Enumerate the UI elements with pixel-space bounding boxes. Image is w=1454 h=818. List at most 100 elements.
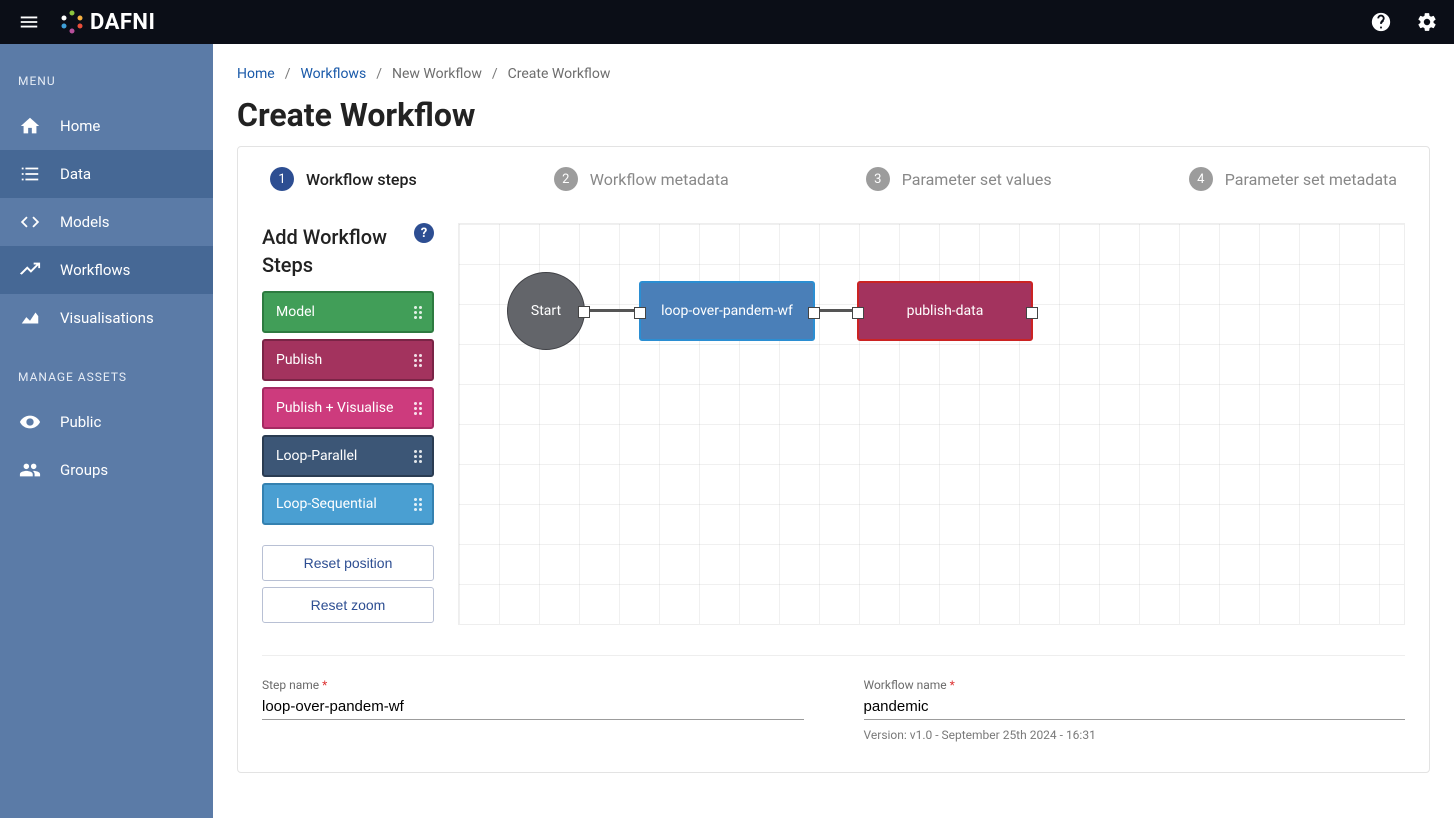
step-number: 1: [270, 167, 294, 191]
breadcrumb-home[interactable]: Home: [237, 66, 275, 82]
workflow-name-field-group: Workflow name * Version: v1.0 - Septembe…: [864, 678, 1406, 742]
step-number: 3: [866, 167, 890, 191]
eye-icon: [18, 411, 42, 433]
drag-handle-icon: [414, 450, 422, 463]
sidebar-item-label: Groups: [60, 461, 108, 479]
brand-logo[interactable]: DAFNI: [60, 10, 155, 35]
chart-line-icon: [18, 259, 42, 281]
step-name-input[interactable]: [262, 692, 804, 720]
chip-label: Loop-Parallel: [276, 448, 357, 464]
workflow-card: 1 Workflow steps 2 Workflow metadata 3 P…: [237, 146, 1430, 773]
settings-button[interactable]: [1412, 7, 1442, 37]
question-icon: ?: [421, 226, 427, 241]
palette-chip-loop-parallel[interactable]: Loop-Parallel: [262, 435, 434, 477]
required-asterisk: *: [950, 678, 955, 692]
sidebar-item-label: Workflows: [60, 261, 130, 279]
hamburger-button[interactable]: [12, 5, 46, 39]
node-label: loop-over-pandem-wf: [661, 303, 793, 319]
breadcrumb-sep: /: [376, 66, 382, 82]
reset-zoom-button[interactable]: Reset zoom: [262, 587, 434, 623]
gear-icon: [1416, 11, 1438, 33]
step-label: Workflow steps: [306, 170, 417, 189]
step-label: Parameter set metadata: [1225, 170, 1397, 189]
sidebar-item-home[interactable]: Home: [0, 102, 213, 150]
code-icon: [18, 211, 42, 233]
node-start[interactable]: Start: [507, 272, 585, 350]
node-port[interactable]: [852, 307, 864, 319]
sidebar-item-label: Home: [60, 117, 100, 135]
stepper: 1 Workflow steps 2 Workflow metadata 3 P…: [262, 147, 1405, 209]
area-chart-icon: [18, 307, 42, 329]
workflow-name-label: Workflow name *: [864, 678, 1406, 692]
node-label: publish-data: [907, 303, 984, 319]
page-title: Create Workflow: [237, 96, 1430, 134]
node-port[interactable]: [578, 306, 590, 318]
menu-icon: [18, 11, 40, 33]
palette-chip-publish-visualise[interactable]: Publish + Visualise: [262, 387, 434, 429]
step-label: Parameter set values: [902, 170, 1052, 189]
sidebar-item-groups[interactable]: Groups: [0, 446, 213, 494]
sidebar-item-visualisations[interactable]: Visualisations: [0, 294, 213, 342]
sidebar-item-data[interactable]: Data: [0, 150, 213, 198]
chip-label: Publish: [276, 352, 322, 368]
stepper-step-2[interactable]: 2 Workflow metadata: [554, 167, 729, 191]
sidebar-item-public[interactable]: Public: [0, 398, 213, 446]
sidebar: MENU Home Data Models Workflows Visualis…: [0, 44, 213, 818]
step-number: 4: [1189, 167, 1213, 191]
drag-handle-icon: [414, 306, 422, 319]
sidebar-manage-header: MANAGE ASSETS: [0, 360, 213, 398]
node-label: Start: [531, 303, 561, 319]
main-content: Home / Workflows / New Workflow / Create…: [213, 44, 1454, 818]
sidebar-item-workflows[interactable]: Workflows: [0, 246, 213, 294]
sidebar-item-models[interactable]: Models: [0, 198, 213, 246]
step-name-label: Step name *: [262, 678, 804, 692]
drag-handle-icon: [414, 498, 422, 511]
breadcrumb-sep: /: [492, 66, 498, 82]
step-label: Workflow metadata: [590, 170, 729, 189]
palette-chip-publish[interactable]: Publish: [262, 339, 434, 381]
sidebar-item-label: Visualisations: [60, 309, 154, 327]
breadcrumb-new: New Workflow: [392, 66, 482, 82]
chip-label: Loop-Sequential: [276, 496, 377, 512]
node-publish[interactable]: publish-data: [857, 281, 1033, 341]
logo-hexagon-icon: [60, 10, 84, 34]
palette-help-button[interactable]: ?: [414, 223, 434, 243]
drag-handle-icon: [414, 402, 422, 415]
step-number: 2: [554, 167, 578, 191]
breadcrumb: Home / Workflows / New Workflow / Create…: [237, 66, 1430, 82]
sidebar-item-label: Data: [60, 165, 91, 183]
palette-chip-model[interactable]: Model: [262, 291, 434, 333]
stepper-step-4[interactable]: 4 Parameter set metadata: [1189, 167, 1397, 191]
required-asterisk: *: [322, 678, 327, 692]
workflow-name-input[interactable]: [864, 692, 1406, 720]
stepper-step-1[interactable]: 1 Workflow steps: [270, 167, 417, 191]
drag-handle-icon: [414, 354, 422, 367]
help-button[interactable]: [1366, 7, 1396, 37]
breadcrumb-sep: /: [285, 66, 291, 82]
step-palette: Add Workflow Steps ? Model Publish: [262, 223, 434, 625]
stepper-step-3[interactable]: 3 Parameter set values: [866, 167, 1052, 191]
chip-label: Publish + Visualise: [276, 400, 393, 416]
node-port[interactable]: [808, 307, 820, 319]
version-hint: Version: v1.0 - September 25th 2024 - 16…: [864, 728, 1406, 742]
sidebar-menu-header: MENU: [0, 64, 213, 102]
node-loop[interactable]: loop-over-pandem-wf: [639, 281, 815, 341]
workflow-builder: Add Workflow Steps ? Model Publish: [262, 223, 1405, 625]
palette-chip-loop-sequential[interactable]: Loop-Sequential: [262, 483, 434, 525]
node-port[interactable]: [1026, 307, 1038, 319]
step-name-field-group: Step name *: [262, 678, 804, 742]
list-icon: [18, 163, 42, 185]
breadcrumb-create: Create Workflow: [508, 66, 611, 82]
sidebar-item-label: Models: [60, 213, 109, 231]
help-icon: [1370, 11, 1392, 33]
home-icon: [18, 115, 42, 137]
workflow-canvas[interactable]: Start loop-over-pandem-wf publish-data: [458, 223, 1405, 625]
breadcrumb-workflows[interactable]: Workflows: [300, 66, 366, 82]
reset-position-button[interactable]: Reset position: [262, 545, 434, 581]
node-port[interactable]: [634, 307, 646, 319]
brand-text: DAFNI: [90, 10, 155, 35]
form-row: Step name * Workflow name * Version: v1.…: [262, 655, 1405, 742]
sidebar-item-label: Public: [60, 413, 101, 431]
palette-header: Add Workflow Steps: [262, 223, 414, 279]
group-icon: [18, 459, 42, 481]
